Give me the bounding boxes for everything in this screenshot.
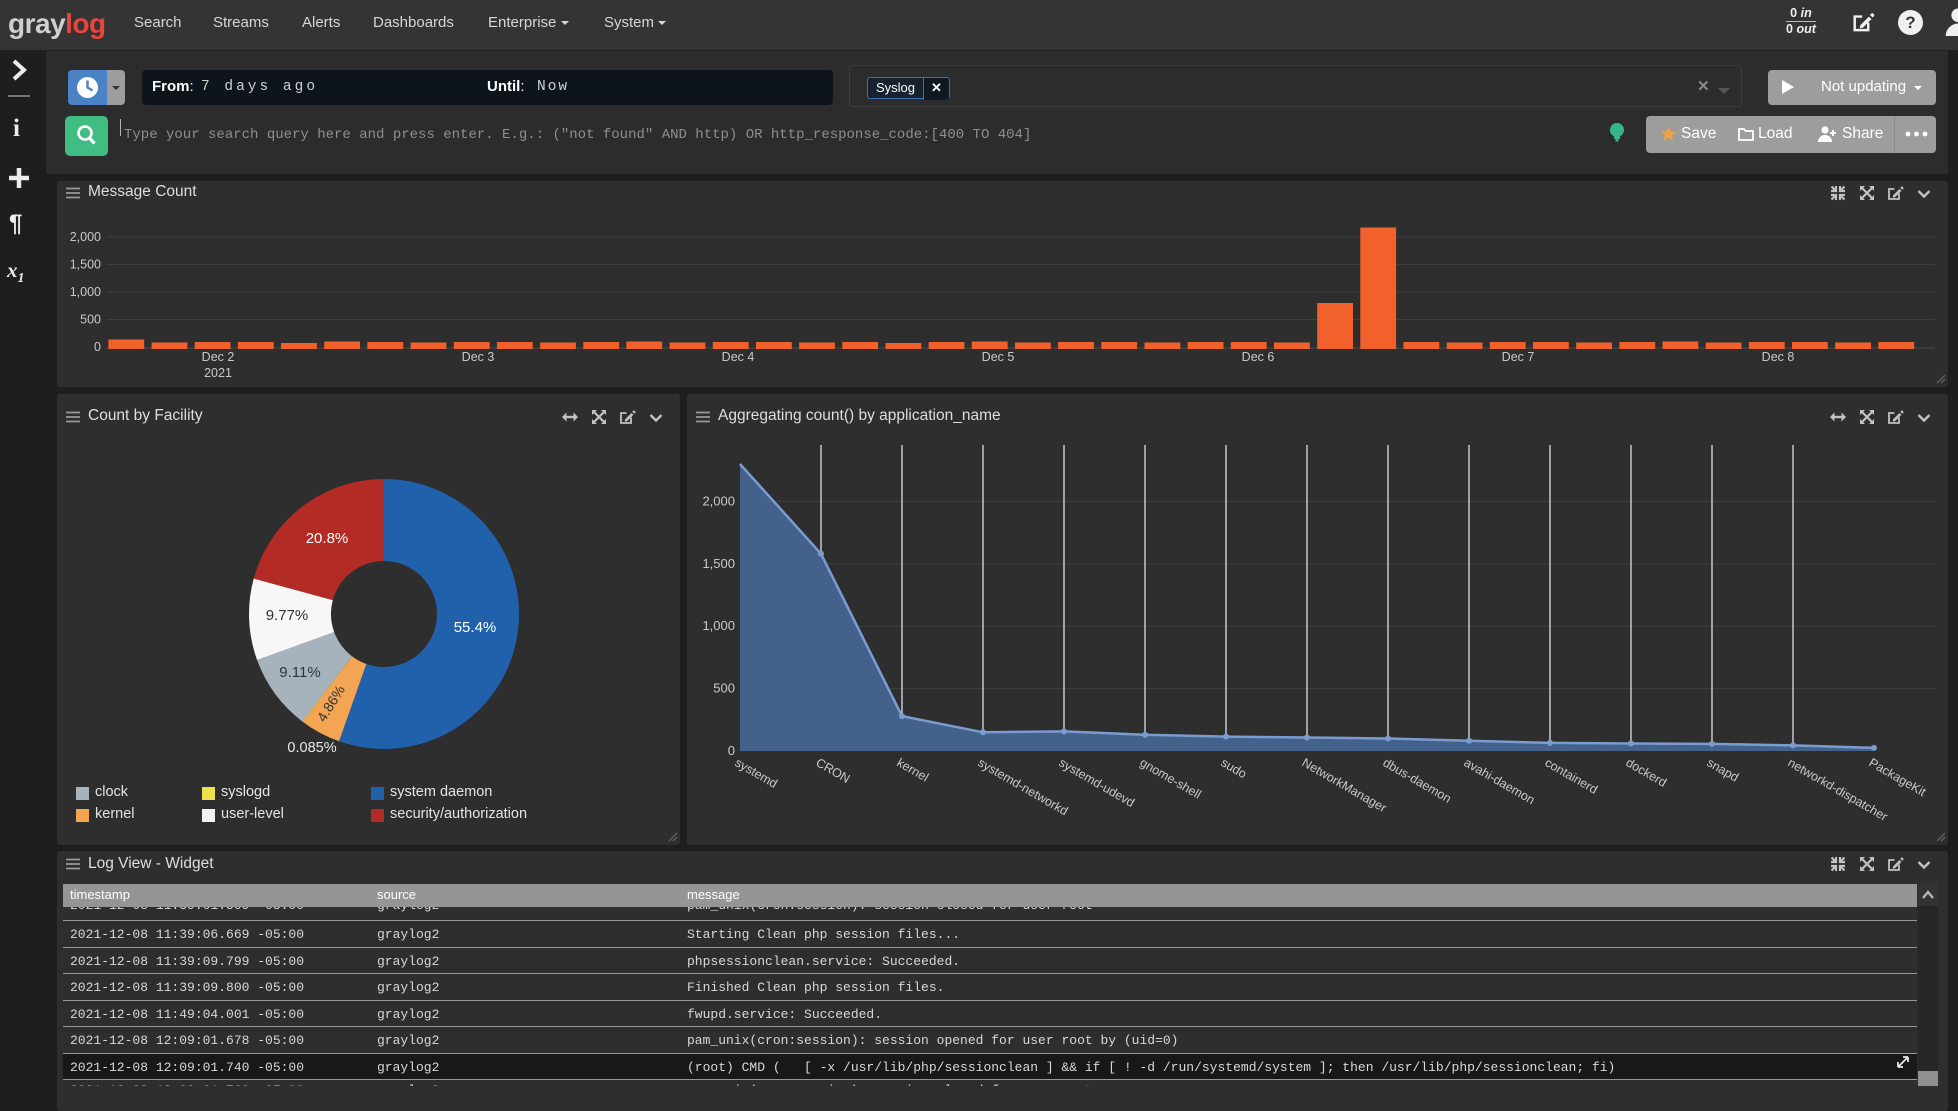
svg-text:0: 0 xyxy=(94,340,101,354)
svg-text:dockerd: dockerd xyxy=(1624,755,1670,789)
svg-text:Dec 5: Dec 5 xyxy=(982,350,1015,364)
svg-text:systemd: systemd xyxy=(733,755,780,790)
svg-text:2,000: 2,000 xyxy=(702,493,735,508)
svg-text:20.8%: 20.8% xyxy=(306,530,349,547)
svg-text:0: 0 xyxy=(728,743,735,758)
svg-text:Dec 4: Dec 4 xyxy=(722,350,755,364)
svg-text:2,000: 2,000 xyxy=(70,230,101,244)
svg-text:Dec 6: Dec 6 xyxy=(1242,350,1275,364)
svg-text:Dec 2: Dec 2 xyxy=(202,350,235,364)
svg-text:containerd: containerd xyxy=(1543,755,1601,796)
svg-text:9.11%: 9.11% xyxy=(279,664,320,681)
svg-text:1,500: 1,500 xyxy=(70,258,101,272)
svg-text:9.77%: 9.77% xyxy=(266,607,309,624)
svg-text:kernel: kernel xyxy=(895,755,931,784)
svg-text:PackageKit: PackageKit xyxy=(1867,755,1929,799)
svg-text:Dec 7: Dec 7 xyxy=(1502,350,1535,364)
svg-text:systemd-networkd: systemd-networkd xyxy=(976,755,1071,818)
svg-text:dbus-daemon: dbus-daemon xyxy=(1381,755,1454,805)
svg-text:gnome-shell: gnome-shell xyxy=(1138,755,1204,801)
svg-text:sudo: sudo xyxy=(1219,755,1250,781)
svg-text:systemd-udevd: systemd-udevd xyxy=(1057,755,1137,810)
svg-text:500: 500 xyxy=(80,313,101,327)
svg-text:1,500: 1,500 xyxy=(702,556,735,571)
svg-text:Dec 8: Dec 8 xyxy=(1762,350,1795,364)
svg-text:2021: 2021 xyxy=(204,366,232,380)
svg-text:1,000: 1,000 xyxy=(702,618,735,633)
svg-text:CRON: CRON xyxy=(814,755,853,786)
svg-text:snapd: snapd xyxy=(1705,755,1742,784)
svg-text:Dec 3: Dec 3 xyxy=(462,350,495,364)
svg-text:55.4%: 55.4% xyxy=(454,619,497,636)
svg-text:500: 500 xyxy=(713,681,735,696)
svg-text:avahi-daemon: avahi-daemon xyxy=(1462,755,1538,807)
svg-text:NetworkManager: NetworkManager xyxy=(1300,755,1389,815)
svg-text:1,000: 1,000 xyxy=(70,285,101,299)
svg-text:0.085%: 0.085% xyxy=(287,740,336,756)
